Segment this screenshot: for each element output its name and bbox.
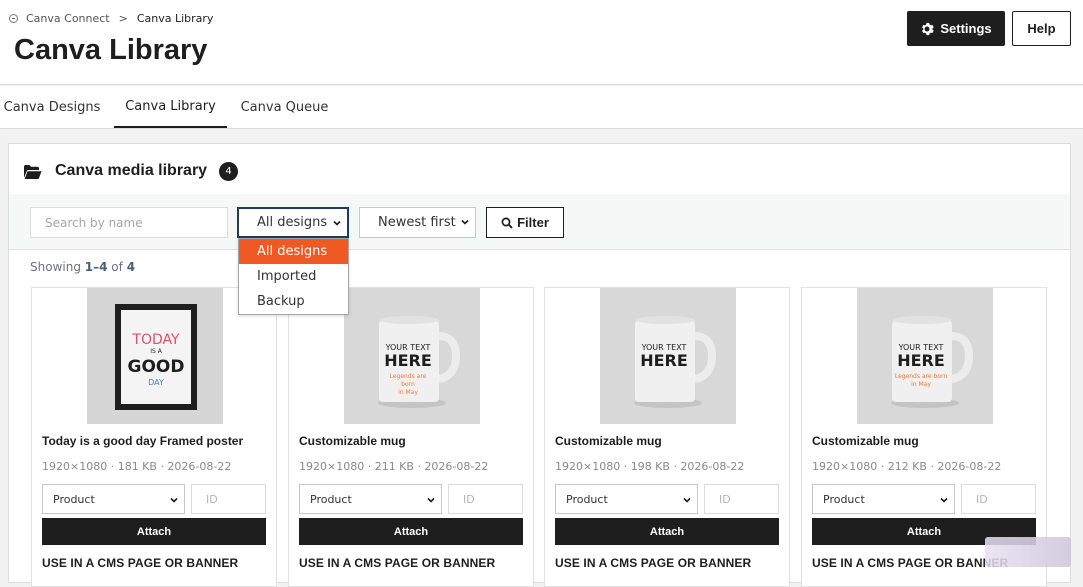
- cms-use-link[interactable]: USE IN A CMS PAGE OR BANNER: [555, 556, 751, 570]
- poster-line: DAY: [148, 378, 164, 387]
- card-title: Customizable mug: [812, 434, 919, 448]
- poster-line: GOOD: [128, 357, 185, 377]
- card-title: Customizable mug: [555, 434, 662, 448]
- corner-overlay: [985, 537, 1071, 567]
- chevron-down-icon: [461, 219, 469, 225]
- chevron-down-icon: [333, 220, 341, 226]
- cms-use-link[interactable]: USE IN A CMS PAGE OR BANNER: [299, 556, 495, 570]
- top-bar: Canva Connect > Canva Library Canva Libr…: [0, 0, 1083, 85]
- chevron-down-icon: [940, 497, 948, 503]
- mug-subline: in May: [398, 389, 418, 396]
- poster-image: TODAY IS A GOOD DAY: [87, 288, 223, 424]
- product-select[interactable]: Product: [42, 484, 185, 514]
- card-title: Customizable mug: [299, 434, 406, 448]
- results-total: 4: [126, 260, 136, 274]
- filter-label: Filter: [517, 215, 549, 230]
- product-id-input[interactable]: [448, 484, 523, 514]
- settings-button[interactable]: Settings: [907, 11, 1005, 46]
- design-type-value: All designs: [257, 215, 328, 230]
- product-id-input[interactable]: [191, 484, 266, 514]
- design-type-select[interactable]: All designs: [237, 207, 349, 238]
- design-thumbnail[interactable]: YOUR TEXT HERE: [600, 288, 736, 424]
- results-summary: Showing 1–4 of 4: [30, 260, 136, 274]
- card-title: Today is a good day Framed poster: [42, 434, 244, 448]
- option-imported[interactable]: Imported: [239, 264, 348, 289]
- breadcrumb-separator: >: [118, 12, 128, 25]
- mug-subline: born: [401, 381, 415, 388]
- mug-line: HERE: [640, 351, 688, 370]
- count-badge: 4: [219, 162, 238, 181]
- canva-connect-icon: [9, 14, 18, 23]
- attach-button[interactable]: Attach: [555, 518, 779, 545]
- design-thumbnail[interactable]: YOUR TEXT HERE Legends are born in May: [344, 288, 480, 424]
- mug-image: YOUR TEXT HERE Legends are born in May: [857, 288, 993, 424]
- mug-line: HERE: [897, 351, 945, 370]
- design-thumbnail[interactable]: TODAY IS A GOOD DAY: [87, 288, 223, 424]
- cms-use-link[interactable]: USE IN A CMS PAGE OR BANNER: [812, 556, 1008, 570]
- tab-canva-designs[interactable]: Canva Designs: [0, 86, 104, 128]
- chevron-down-icon: [427, 497, 435, 503]
- card-meta: 1920×1080 · 212 KB · 2026-08-22: [812, 460, 1002, 473]
- mug-image: YOUR TEXT HERE: [600, 288, 736, 424]
- card-meta: 1920×1080 · 198 KB · 2026-08-22: [555, 460, 745, 473]
- attach-button[interactable]: Attach: [42, 518, 266, 545]
- mug-subline: Legends are: [390, 373, 427, 380]
- search-input[interactable]: [30, 207, 228, 238]
- product-select[interactable]: Product: [812, 484, 955, 514]
- panel-title: Canva media library: [55, 162, 208, 179]
- product-select[interactable]: Product: [555, 484, 698, 514]
- tab-canva-library[interactable]: Canva Library: [114, 86, 227, 128]
- sort-select[interactable]: Newest first: [359, 207, 476, 238]
- attach-button[interactable]: Attach: [299, 518, 523, 545]
- option-backup[interactable]: Backup: [239, 289, 348, 314]
- design-thumbnail[interactable]: YOUR TEXT HERE Legends are born in May: [857, 288, 993, 424]
- breadcrumb: Canva Connect > Canva Library: [9, 12, 213, 25]
- chevron-down-icon: [683, 497, 691, 503]
- cms-use-link[interactable]: USE IN A CMS PAGE OR BANNER: [42, 556, 238, 570]
- chevron-down-icon: [170, 497, 178, 503]
- mug-subline: in May: [911, 381, 931, 388]
- card-meta: 1920×1080 · 181 KB · 2026-08-22: [42, 460, 232, 473]
- gear-icon: [922, 22, 935, 35]
- media-card: YOUR TEXT HERE Customizable mug 1920×108…: [544, 287, 790, 587]
- design-type-dropdown: All designs Imported Backup: [238, 238, 349, 315]
- mug-subline: Legends are born: [895, 373, 948, 380]
- option-all-designs[interactable]: All designs: [239, 239, 348, 264]
- breadcrumb-parent-link[interactable]: Canva Connect: [26, 12, 110, 25]
- product-select[interactable]: Product: [299, 484, 442, 514]
- poster-line: TODAY: [131, 332, 180, 348]
- page-title: Canva Library: [14, 34, 208, 66]
- sort-value: Newest first: [378, 215, 456, 230]
- settings-label: Settings: [940, 21, 992, 36]
- media-card: YOUR TEXT HERE Legends are born in May C…: [288, 287, 534, 587]
- poster-line: IS A: [150, 348, 162, 355]
- tab-bar: Canva Designs Canva Library Canva Queue: [0, 86, 1083, 129]
- filter-bar: All designs Newest first Filter: [9, 194, 1070, 250]
- card-meta: 1920×1080 · 211 KB · 2026-08-22: [299, 460, 489, 473]
- media-card: TODAY IS A GOOD DAY Today is a good day …: [31, 287, 277, 587]
- product-id-input[interactable]: [961, 484, 1036, 514]
- product-id-input[interactable]: [704, 484, 779, 514]
- filter-button[interactable]: Filter: [486, 207, 564, 238]
- help-button[interactable]: Help: [1012, 11, 1071, 46]
- breadcrumb-current: Canva Library: [136, 12, 214, 25]
- mug-line: HERE: [384, 351, 432, 370]
- results-range: 1–4: [84, 260, 108, 274]
- tab-canva-queue[interactable]: Canva Queue: [238, 86, 331, 128]
- mug-image: YOUR TEXT HERE Legends are born in May: [344, 288, 480, 424]
- search-icon: [501, 217, 513, 229]
- folder-open-icon: [24, 165, 42, 179]
